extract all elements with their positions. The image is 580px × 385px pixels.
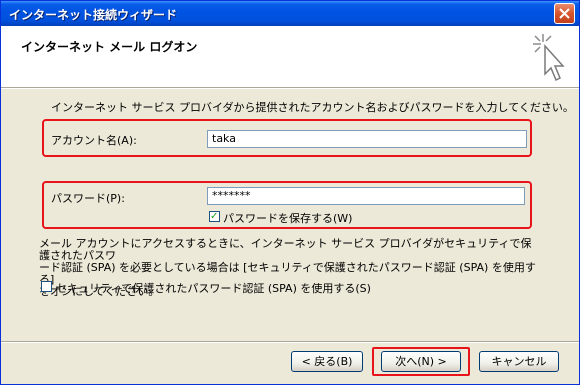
account-name-label: アカウント名(A): [51,134,137,147]
close-icon [559,8,570,19]
password-label: パスワード(P): [51,192,125,205]
close-button[interactable] [554,3,575,24]
cancel-button[interactable]: キャンセル [479,351,559,372]
spa-note-line-1: メール アカウントにアクセスするときに、インターネット サービス プロバイダがセ… [39,237,532,262]
save-password-checkbox[interactable]: ✓ [209,211,220,222]
spa-checkbox-label[interactable]: セキュリティで保護されたパスワード認証 (SPA) を使用する(S) [56,280,371,296]
spa-checkbox[interactable] [41,281,52,292]
checkmark-icon: ✓ [210,211,219,222]
window-title: インターネット接続ウィザード [9,8,178,22]
page-title: インターネット メール ログオン [21,40,198,54]
wizard-sparkle-cursor-icon [533,34,565,82]
next-button[interactable]: 次へ(N) > [381,351,461,372]
back-button[interactable]: < 戻る(B) [291,351,363,372]
wizard-header: インターネット メール ログオン [1,26,579,87]
password-input[interactable]: ******* [207,187,525,205]
account-name-input[interactable]: taka [207,130,527,148]
instruction-text: インターネット サービス プロバイダから提供されたアカウント名およびパスワードを… [51,101,574,114]
wizard-window: インターネット接続ウィザード インターネット メール ログオン インターネット … [0,0,580,385]
title-bar[interactable]: インターネット接続ウィザード [1,1,579,26]
footer-divider [1,341,579,343]
header-divider [1,87,579,89]
save-password-label[interactable]: パスワードを保存する(W) [223,210,352,226]
